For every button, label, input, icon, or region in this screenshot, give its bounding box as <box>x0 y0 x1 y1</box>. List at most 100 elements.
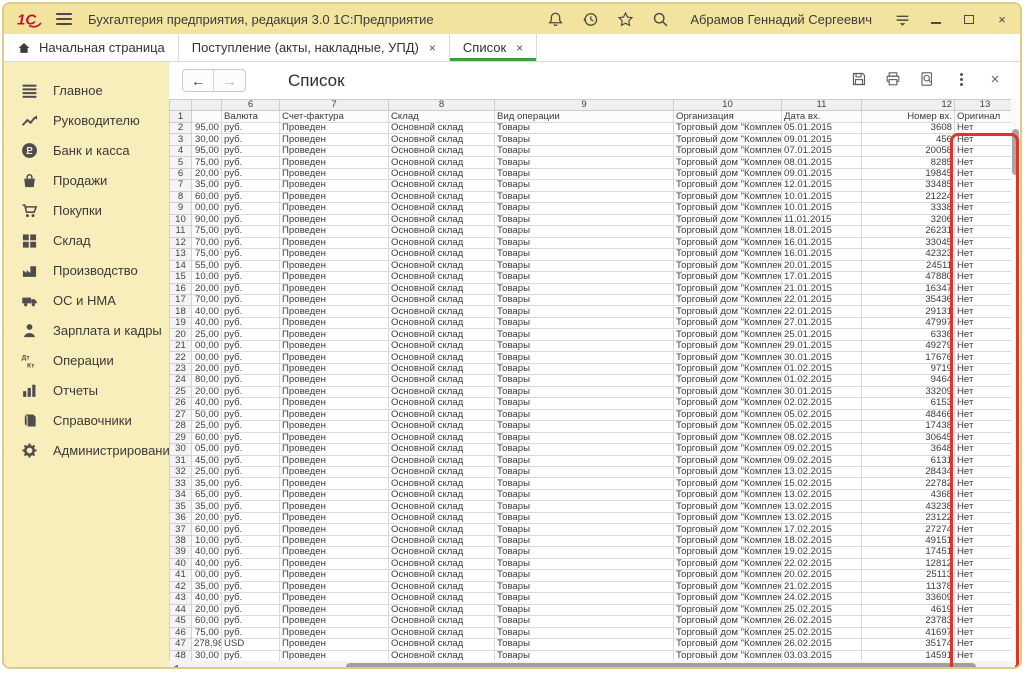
search-icon[interactable] <box>651 10 669 28</box>
sidebar-item-truck[interactable]: ОС и НМА <box>4 285 169 315</box>
sidebar-item-bag[interactable]: Продажи <box>4 165 169 195</box>
sidebar-item-cart[interactable]: Покупки <box>4 195 169 225</box>
table-row[interactable]: 4675,00руб.ПроведенОсновной складТоварыТ… <box>170 627 1016 638</box>
favorites-star-icon[interactable] <box>616 10 634 28</box>
table-row[interactable]: 900,00руб.ПроведенОсновной складТоварыТо… <box>170 203 1016 214</box>
table-row[interactable]: 735,00руб.ПроведенОсновной складТоварыТо… <box>170 180 1016 191</box>
main-menu-icon[interactable] <box>56 13 72 25</box>
close-tab-icon[interactable]: × <box>516 41 523 55</box>
table-row[interactable]: 2480,00руб.ПроведенОсновной складТоварыТ… <box>170 375 1016 386</box>
sidebar-item-grid-squares[interactable]: Склад <box>4 225 169 255</box>
table-row[interactable]: 2960,00руб.ПроведенОсновной складТоварыТ… <box>170 432 1016 443</box>
table-row[interactable]: 3005,00руб.ПроведенОсновной складТоварыТ… <box>170 444 1016 455</box>
table-row[interactable]: 3145,00руб.ПроведенОсновной складТоварыТ… <box>170 455 1016 466</box>
service-menu-icon[interactable] <box>893 10 911 28</box>
scroll-right-arrow-icon[interactable]: ▸ <box>1013 663 1021 669</box>
print-icon[interactable] <box>884 70 902 88</box>
vertical-scrollbar-thumb[interactable] <box>1012 129 1019 175</box>
table-row[interactable]: 2320,00руб.ПроведенОсновной складТоварыТ… <box>170 363 1016 374</box>
table-row[interactable]: 47278,98USDПроведенОсновной складТоварыТ… <box>170 639 1016 650</box>
table-row[interactable]: 3760,00руб.ПроведенОсновной складТоварыТ… <box>170 524 1016 535</box>
table-row[interactable]: 1510,00руб.ПроведенОсновной складТоварыТ… <box>170 272 1016 283</box>
table-row[interactable]: 330,00руб.ПроведенОсновной складТоварыТо… <box>170 134 1016 145</box>
cell: 05,00 <box>192 444 222 455</box>
table-row[interactable]: 1620,00руб.ПроведенОсновной складТоварыТ… <box>170 283 1016 294</box>
horizontal-scrollbar[interactable]: ◂ ▸ <box>169 661 1022 669</box>
table-row[interactable]: 4830,00руб.ПроведенОсновной складТоварыТ… <box>170 650 1016 661</box>
table-row[interactable]: 3620,00руб.ПроведенОсновной складТоварыТ… <box>170 512 1016 523</box>
scroll-left-arrow-icon[interactable]: ◂ <box>172 663 180 669</box>
nav-back-button[interactable]: ← <box>183 70 214 91</box>
table-row[interactable]: 1090,00руб.ПроведенОсновной складТоварыТ… <box>170 214 1016 225</box>
table-row[interactable]: 3810,00руб.ПроведенОсновной складТоварыТ… <box>170 535 1016 546</box>
nav-forward-button[interactable]: → <box>214 70 245 91</box>
cell: 28434 <box>862 467 955 478</box>
table-row[interactable]: 1375,00руб.ПроведенОсновной складТоварыТ… <box>170 249 1016 260</box>
table-row[interactable]: 1270,00руб.ПроведенОсновной складТоварыТ… <box>170 237 1016 248</box>
table-row[interactable]: 4235,00руб.ПроведенОсновной складТоварыТ… <box>170 581 1016 592</box>
cell: Проведен <box>280 639 389 650</box>
cell: руб. <box>222 467 280 478</box>
cell: Основной склад <box>389 570 495 581</box>
table-row[interactable]: 2825,00руб.ПроведенОсновной складТоварыТ… <box>170 421 1016 432</box>
table-row[interactable]: 1940,00руб.ПроведенОсновной складТоварыТ… <box>170 317 1016 328</box>
table-row[interactable]: 4560,00руб.ПроведенОсновной складТоварыТ… <box>170 616 1016 627</box>
bag-icon <box>21 172 38 189</box>
minimize-button[interactable] <box>928 11 944 27</box>
table-row[interactable]: 495,00руб.ПроведенОсновной складТоварыТо… <box>170 145 1016 156</box>
save-icon[interactable] <box>850 70 868 88</box>
table-row[interactable]: 1455,00руб.ПроведенОсновной складТоварыТ… <box>170 260 1016 271</box>
close-form-icon[interactable]: × <box>986 70 1004 88</box>
table-row[interactable]: 2520,00руб.ПроведенОсновной складТоварыТ… <box>170 386 1016 397</box>
sidebar-item-book[interactable]: Справочники <box>4 405 169 435</box>
sidebar-item-gear[interactable]: Администрирование <box>4 435 169 465</box>
table-row[interactable]: 4100,00руб.ПроведенОсновной складТоварыТ… <box>170 570 1016 581</box>
close-tab-icon[interactable]: × <box>429 41 436 55</box>
more-menu-icon[interactable] <box>952 70 970 88</box>
table-row[interactable]: 2200,00руб.ПроведенОсновной складТоварыТ… <box>170 352 1016 363</box>
table-row[interactable]: 1840,00руб.ПроведенОсновной складТоварыТ… <box>170 306 1016 317</box>
table-row[interactable]: 295,00руб.ПроведенОсновной складТоварыТо… <box>170 122 1016 133</box>
table-row[interactable]: 3225,00руб.ПроведенОсновной складТоварыТ… <box>170 467 1016 478</box>
table-row[interactable]: 2750,00руб.ПроведенОсновной складТоварыТ… <box>170 409 1016 420</box>
notifications-bell-icon[interactable] <box>546 10 564 28</box>
horizontal-scrollbar-thumb[interactable] <box>346 663 976 669</box>
sidebar-item-bar-chart[interactable]: Отчеты <box>4 375 169 405</box>
cell: 456 <box>862 134 955 145</box>
table-row[interactable]: 1175,00руб.ПроведенОсновной складТоварыТ… <box>170 226 1016 237</box>
sidebar-item-dt-kt[interactable]: ДтКтОперации <box>4 345 169 375</box>
sidebar-item-ruble-circle[interactable]: РБанк и касса <box>4 135 169 165</box>
cell: Товары <box>495 398 674 409</box>
tab-spisok[interactable]: Список × <box>450 34 537 61</box>
sidebar-item-factory[interactable]: Производство <box>4 255 169 285</box>
table-row[interactable]: 4040,00руб.ПроведенОсновной складТоварыТ… <box>170 558 1016 569</box>
table-row[interactable]: 620,00руб.ПроведенОсновной складТоварыТо… <box>170 168 1016 179</box>
close-window-button[interactable]: × <box>994 11 1010 27</box>
table-row[interactable]: 860,00руб.ПроведенОсновной складТоварыТо… <box>170 191 1016 202</box>
user-name[interactable]: Абрамов Геннадий Сергеевич <box>690 12 872 27</box>
print-preview-icon[interactable] <box>918 70 936 88</box>
table-row[interactable]: 4420,00руб.ПроведенОсновной складТоварыТ… <box>170 604 1016 615</box>
table-row[interactable]: 2025,00руб.ПроведенОсновной складТоварыТ… <box>170 329 1016 340</box>
cell: Торговый дом "Комплексн <box>674 501 782 512</box>
cell: 34 <box>170 489 192 500</box>
section-sidebar: ГлавноеРуководителюРБанк и кассаПродажиП… <box>4 62 169 667</box>
sidebar-item-menu-lines[interactable]: Главное <box>4 75 169 105</box>
table-row[interactable]: 3465,00руб.ПроведенОсновной складТоварыТ… <box>170 489 1016 500</box>
history-icon[interactable] <box>581 10 599 28</box>
table-row[interactable]: 4340,00руб.ПроведенОсновной складТоварыТ… <box>170 593 1016 604</box>
table-row[interactable]: 575,00руб.ПроведенОсновной складТоварыТо… <box>170 157 1016 168</box>
tab-postuplenie[interactable]: Поступление (акты, накладные, УПД) × <box>179 34 450 61</box>
vertical-scrollbar[interactable] <box>1011 99 1020 661</box>
table-row[interactable]: 2640,00руб.ПроведенОсновной складТоварыТ… <box>170 398 1016 409</box>
table-row[interactable]: 3535,00руб.ПроведенОсновной складТоварыТ… <box>170 501 1016 512</box>
maximize-button[interactable] <box>961 11 977 27</box>
cell: Торговый дом "Комплексн <box>674 398 782 409</box>
table-row[interactable]: 3335,00руб.ПроведенОсновной складТоварыТ… <box>170 478 1016 489</box>
table-row[interactable]: 1770,00руб.ПроведенОсновной складТоварыТ… <box>170 294 1016 305</box>
table-row[interactable]: 2100,00руб.ПроведенОсновной складТоварыТ… <box>170 340 1016 351</box>
table-row[interactable]: 3940,00руб.ПроведенОсновной складТоварыТ… <box>170 547 1016 558</box>
sidebar-item-trend-arrow[interactable]: Руководителю <box>4 105 169 135</box>
tab-home[interactable]: Начальная страница <box>4 34 179 61</box>
sidebar-item-person[interactable]: Зарплата и кадры <box>4 315 169 345</box>
